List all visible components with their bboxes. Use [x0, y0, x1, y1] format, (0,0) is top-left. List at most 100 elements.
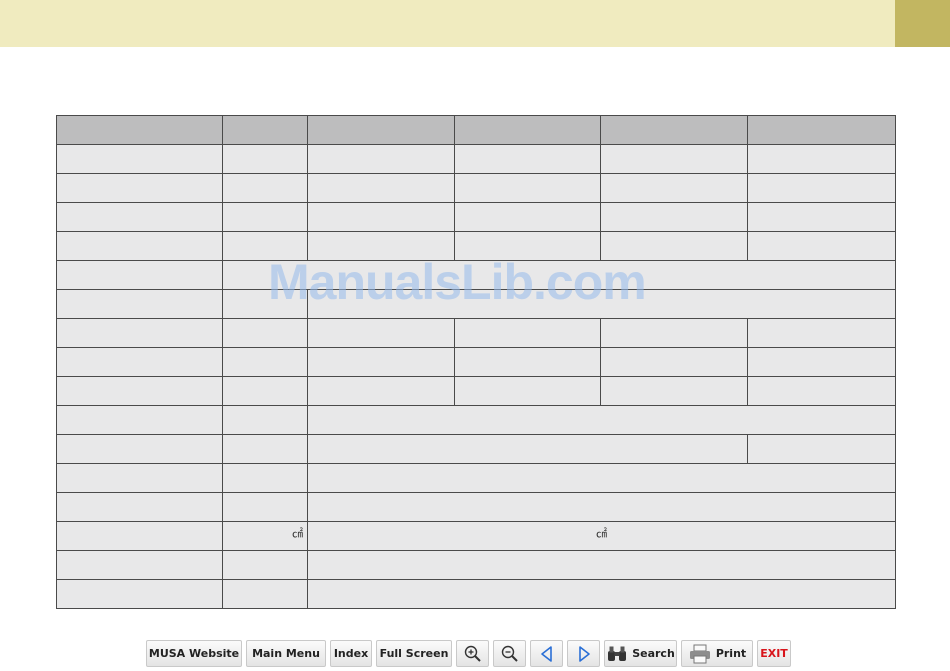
table-cell: [747, 173, 896, 203]
table-cell: [454, 376, 601, 406]
table-cell: [56, 231, 223, 261]
full-screen-button[interactable]: Full Screen: [376, 640, 452, 667]
table-cell: [600, 318, 748, 348]
main-menu-button[interactable]: Main Menu: [246, 640, 326, 667]
table-cell: [747, 347, 896, 377]
next-page-button[interactable]: [567, 640, 600, 667]
table-row: [56, 231, 896, 261]
table-header-row: [56, 115, 896, 145]
table-header-cell: [307, 115, 455, 145]
table-cell: [307, 347, 455, 377]
table-row: [56, 173, 896, 203]
table-cell: [307, 144, 455, 174]
table-row: [56, 202, 896, 232]
table-cell: [307, 202, 455, 232]
table-cell: [454, 318, 601, 348]
table-cell: [222, 289, 308, 319]
table-cell: [454, 173, 601, 203]
table-row: [56, 463, 896, 493]
table-cell: [307, 579, 896, 609]
table-cell: [454, 231, 601, 261]
table-cell: [56, 434, 223, 464]
zoom-out-button[interactable]: [493, 640, 526, 667]
table-cell: [307, 376, 455, 406]
next-page-icon: [575, 645, 593, 663]
zoom-in-icon: [463, 644, 483, 664]
table-cell: [56, 376, 223, 406]
table-cell: [222, 376, 308, 406]
table-cell: [56, 521, 223, 551]
table-cell: [307, 492, 896, 522]
table-cell: [56, 492, 223, 522]
table-row: [56, 405, 896, 435]
table-cell: [307, 173, 455, 203]
table-cell: [222, 231, 308, 261]
table-header-cell: [56, 115, 223, 145]
musa-website-button[interactable]: MUSA Website: [146, 640, 242, 667]
print-label: Print: [715, 647, 747, 660]
table-cell: [56, 463, 223, 493]
table-cell: [747, 231, 896, 261]
search-label: Search: [632, 647, 675, 660]
unit-cell-wide: ㎠: [307, 521, 896, 551]
unit-cell: ㎠: [222, 521, 308, 551]
table-cell: [222, 405, 308, 435]
table-cell: [454, 347, 601, 377]
index-button[interactable]: Index: [330, 640, 372, 667]
table-cell: [222, 434, 308, 464]
header-accent: [895, 0, 950, 47]
table-cell: [307, 231, 455, 261]
table-cell: [222, 550, 308, 580]
spec-table: ㎠ ㎠: [56, 115, 896, 609]
table-row: [56, 318, 896, 348]
exit-button[interactable]: EXIT: [757, 640, 791, 667]
table-cell: [222, 202, 308, 232]
table-cell: [747, 376, 896, 406]
table-header-cell: [600, 115, 748, 145]
table-row: [56, 289, 896, 319]
table-cell: [56, 144, 223, 174]
table-cell: [307, 289, 896, 319]
table-cell: [222, 260, 896, 290]
table-row: [56, 144, 896, 174]
table-row: [56, 347, 896, 377]
table-cell: [454, 202, 601, 232]
table-cell: [56, 318, 223, 348]
table-cell: [222, 347, 308, 377]
table-row: [56, 579, 896, 609]
table-cell: [222, 318, 308, 348]
table-cell: [307, 405, 896, 435]
table-cell: [307, 434, 748, 464]
table-cell: [56, 289, 223, 319]
table-row: [56, 434, 896, 464]
table-cell: [222, 144, 308, 174]
table-cell: [222, 579, 308, 609]
table-cell: [747, 434, 896, 464]
table-cell: [747, 318, 896, 348]
table-header-cell: [222, 115, 308, 145]
printer-icon: [688, 644, 712, 664]
zoom-in-button[interactable]: [456, 640, 489, 667]
table-cell: [747, 202, 896, 232]
table-cell: [56, 550, 223, 580]
table-row: [56, 376, 896, 406]
prev-page-icon: [538, 645, 556, 663]
table-row: [56, 260, 896, 290]
previous-page-button[interactable]: [530, 640, 563, 667]
binoculars-icon: [606, 645, 628, 663]
print-button[interactable]: Print: [681, 640, 753, 667]
table-cell: [56, 347, 223, 377]
zoom-out-icon: [500, 644, 520, 664]
table-cell: [56, 260, 223, 290]
header-bar: [0, 0, 895, 47]
table-cell: [56, 173, 223, 203]
table-cell: [307, 463, 896, 493]
table-cell: [600, 144, 748, 174]
table-header-cell: [454, 115, 601, 145]
table-cell: [600, 173, 748, 203]
table-header-cell: [747, 115, 896, 145]
bottom-toolbar: MUSA Website Main Menu Index Full Screen: [146, 640, 791, 668]
table-row: [56, 550, 896, 580]
table-cell: [600, 376, 748, 406]
search-button[interactable]: Search: [604, 640, 677, 667]
